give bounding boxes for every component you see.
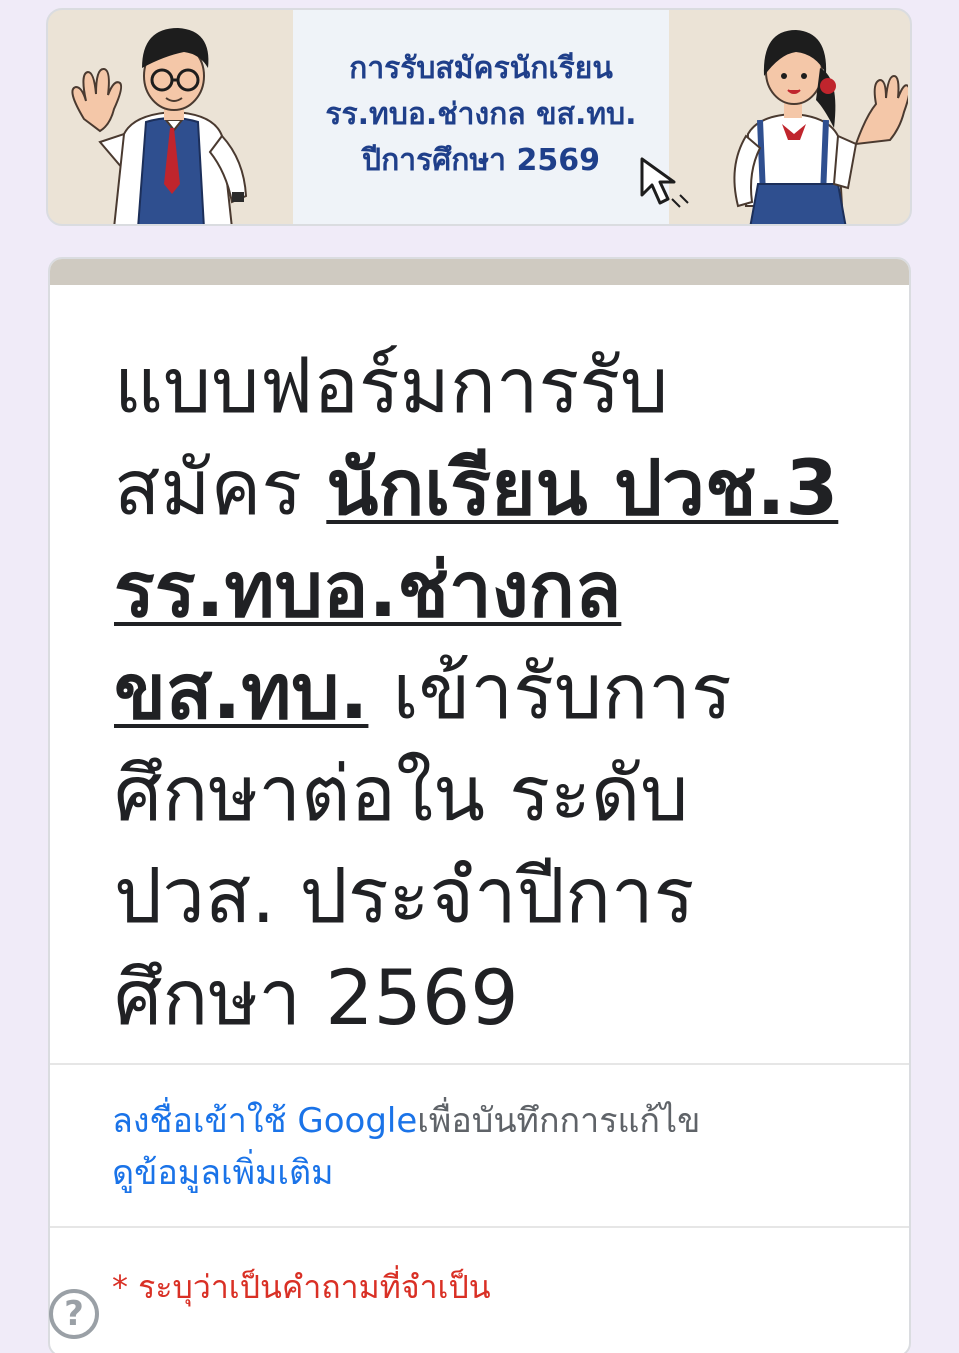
banner-line-2: รร.ทบอ.ช่างกล ขส.ทบ. [325,97,637,132]
header-banner: การรับสมัครนักเรียน รร.ทบอ.ช่างกล ขส.ทบ.… [46,8,912,226]
form-title-card: แบบฟอร์มการรับสมัคร นักเรียน ปวช.3 รร.ทบ… [48,257,911,1353]
signin-line: ลงชื่อเข้าใช้ Googleเพื่อบันทึกการแก้ไข [112,1095,847,1147]
learn-more-line: ดูข้อมูลเพิ่มเติม [112,1147,847,1199]
card-accent-bar [50,259,909,285]
cursor-icon [640,157,689,208]
google-signin-link[interactable]: ลงชื่อเข้าใช้ Google [112,1101,417,1141]
banner-line-1: การรับสมัครนักเรียน [349,51,613,86]
help-icon[interactable]: ? [49,1289,99,1339]
signin-section: ลงชื่อเข้าใช้ Googleเพื่อบันทึกการแก้ไข … [50,1065,909,1226]
signin-suffix: เพื่อบันทึกการแก้ไข [417,1101,701,1141]
form-title: แบบฟอร์มการรับสมัคร นักเรียน ปวช.3 รร.ทบ… [50,285,909,1063]
boy-illustration [71,28,248,224]
required-note: * ระบุว่าเป็นคำถามที่จำเป็น [112,1268,491,1306]
banner-line-3: ปีการศึกษา 2569 [362,143,600,178]
banner-title: การรับสมัครนักเรียน รร.ทบอ.ช่างกล ขส.ทบ.… [293,46,669,184]
learn-more-link[interactable]: ดูข้อมูลเพิ่มเติม [112,1153,334,1193]
girl-illustration [733,30,908,224]
